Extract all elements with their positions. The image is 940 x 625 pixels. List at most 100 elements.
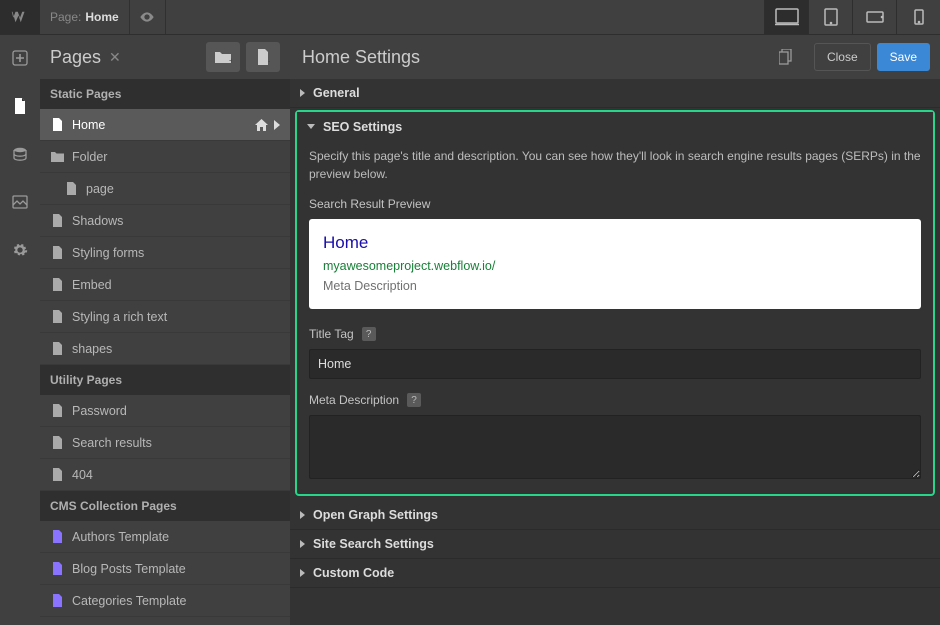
page-row-label: page [86, 182, 280, 196]
page-row-embed[interactable]: Embed [40, 269, 290, 301]
help-icon[interactable]: ? [362, 327, 376, 341]
device-tablet-landscape-button[interactable] [852, 0, 896, 34]
chevron-right-icon [300, 569, 305, 577]
page-row-home[interactable]: Home [40, 109, 290, 141]
page-row-page[interactable]: page [40, 173, 290, 205]
accordion-label: SEO Settings [323, 120, 402, 134]
serp-title: Home [323, 233, 907, 253]
add-element-button[interactable] [5, 43, 35, 73]
page-indicator-value: Home [85, 10, 118, 24]
desktop-icon [775, 8, 799, 26]
stack-icon [12, 146, 28, 162]
settings-title: Home Settings [302, 47, 774, 68]
help-icon[interactable]: ? [407, 393, 421, 407]
webflow-logo[interactable] [0, 0, 40, 34]
section-cms-pages: CMS Collection Pages [40, 491, 290, 521]
eye-icon [139, 9, 155, 25]
svg-text:+: + [268, 57, 270, 65]
page-row-search-results[interactable]: Search results [40, 427, 290, 459]
svg-text:+: + [229, 56, 232, 64]
tablet-landscape-icon [866, 11, 884, 23]
folder-icon [50, 150, 64, 164]
page-icon [50, 214, 64, 228]
page-row-label: 404 [72, 468, 280, 482]
page-row-shadows[interactable]: Shadows [40, 205, 290, 237]
meta-description-input[interactable] [309, 415, 921, 479]
cms-page-icon [50, 562, 64, 576]
page-indicator[interactable]: Page: Home [40, 0, 130, 34]
page-icon [50, 404, 64, 418]
new-folder-button[interactable]: + [206, 42, 240, 72]
page-icon [13, 98, 27, 114]
close-button[interactable]: Close [814, 43, 871, 71]
accordion-custom-code[interactable]: Custom Code [290, 559, 940, 588]
chevron-right-icon [300, 511, 305, 519]
new-page-button[interactable]: + [246, 42, 280, 72]
serp-meta: Meta Description [323, 279, 907, 293]
image-icon [12, 195, 28, 209]
cms-button[interactable] [5, 139, 35, 169]
page-row-authors-template[interactable]: Authors Template [40, 521, 290, 553]
accordion-site-search[interactable]: Site Search Settings [290, 530, 940, 559]
page-row-404[interactable]: 404 [40, 459, 290, 491]
page-plus-icon: + [256, 49, 270, 65]
page-row-label: Shadows [72, 214, 280, 228]
save-button[interactable]: Save [877, 43, 930, 71]
page-row-styling-forms[interactable]: Styling forms [40, 237, 290, 269]
page-row-blog-posts-template[interactable]: Blog Posts Template [40, 553, 290, 585]
seo-settings-section: SEO Settings Specify this page's title a… [295, 110, 935, 496]
page-row-label: Blog Posts Template [72, 562, 280, 576]
page-row-label: Styling a rich text [72, 310, 280, 324]
duplicate-button[interactable] [774, 45, 798, 69]
page-row-label: Home [72, 118, 255, 132]
pages-panel-close[interactable]: ✕ [109, 49, 121, 66]
chevron-right-icon [274, 120, 280, 130]
accordion-label: General [313, 86, 360, 100]
page-row-folder[interactable]: Folder [40, 141, 290, 173]
accordion-label: Open Graph Settings [313, 508, 438, 522]
page-row-label: Folder [72, 150, 280, 164]
pages-panel-title: Pages [50, 47, 101, 68]
assets-button[interactable] [5, 187, 35, 217]
phone-icon [914, 9, 924, 25]
page-row-shapes[interactable]: shapes [40, 333, 290, 365]
device-phone-button[interactable] [896, 0, 940, 34]
page-icon [50, 310, 64, 324]
title-tag-label: Title Tag ? [309, 327, 921, 341]
accordion-label: Site Search Settings [313, 537, 434, 551]
page-icon [50, 118, 64, 132]
cms-page-icon [50, 530, 64, 544]
section-utility-pages: Utility Pages [40, 365, 290, 395]
page-row-label: Authors Template [72, 530, 280, 544]
cms-page-icon [50, 594, 64, 608]
page-indicator-label: Page: [50, 10, 81, 24]
accordion-seo[interactable]: SEO Settings [297, 112, 933, 141]
settings-button[interactable] [5, 235, 35, 265]
page-row-password[interactable]: Password [40, 395, 290, 427]
device-desktop-button[interactable] [764, 0, 808, 34]
accordion-open-graph[interactable]: Open Graph Settings [290, 501, 940, 530]
pages-button[interactable] [5, 91, 35, 121]
page-icon [50, 436, 64, 450]
close-button-label: Close [827, 50, 858, 64]
page-row-label: Search results [72, 436, 280, 450]
title-tag-input[interactable] [309, 349, 921, 379]
copy-icon [779, 49, 793, 65]
page-icon [50, 246, 64, 260]
page-row-label: Embed [72, 278, 280, 292]
accordion-label: Custom Code [313, 566, 394, 580]
serp-url: myawesomeproject.webflow.io/ [323, 259, 907, 273]
gear-icon [12, 242, 28, 258]
page-row-categories-template[interactable]: Categories Template [40, 585, 290, 617]
folder-plus-icon: + [214, 50, 232, 64]
save-button-label: Save [890, 50, 917, 64]
device-tablet-button[interactable] [808, 0, 852, 34]
page-row-label: shapes [72, 342, 280, 356]
page-icon [50, 468, 64, 482]
page-icon [50, 278, 64, 292]
chevron-down-icon [307, 124, 315, 129]
page-row-styling-rich-text[interactable]: Styling a rich text [40, 301, 290, 333]
tablet-icon [824, 8, 838, 26]
accordion-general[interactable]: General [290, 79, 940, 108]
preview-button[interactable] [130, 0, 166, 34]
